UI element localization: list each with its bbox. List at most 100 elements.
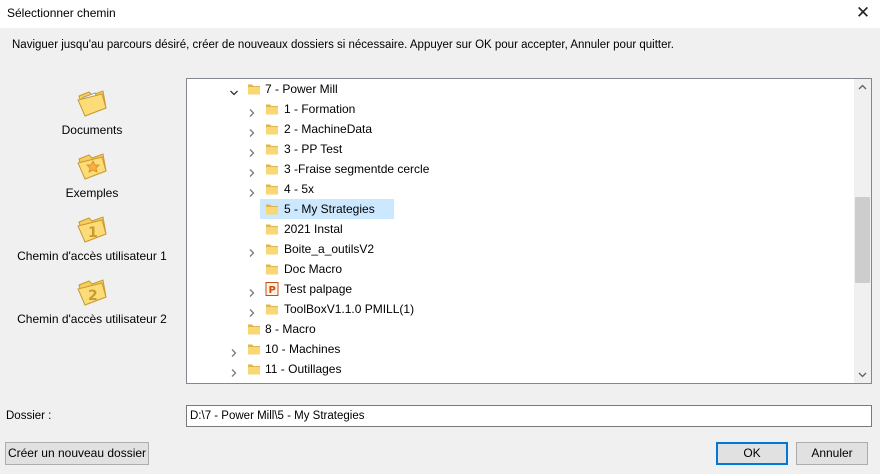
tree-item[interactable]: P Test palpage <box>187 279 854 299</box>
place-user-path-2[interactable]: 2 Chemin d'accès utilisateur 2 <box>0 275 184 326</box>
chevron-right-icon[interactable] <box>247 288 257 298</box>
tree-item[interactable]: ToolBoxV1.1.0 PMILL(1) <box>187 299 854 319</box>
cancel-button[interactable]: Annuler <box>796 442 868 465</box>
folder-icon <box>266 204 278 215</box>
place-documents[interactable]: Documents <box>0 86 184 137</box>
svg-text:P: P <box>269 285 276 296</box>
folder-icon <box>266 124 278 135</box>
chevron-up-icon <box>858 84 867 90</box>
folder-icon <box>248 324 260 335</box>
expand-toggle[interactable] <box>247 244 257 257</box>
place-label: Chemin d'accès utilisateur 1 <box>17 249 167 263</box>
svg-text:1: 1 <box>88 225 98 241</box>
folder-icon <box>266 164 278 175</box>
tree-item-label: 2021 Instal <box>284 222 343 236</box>
tree-item[interactable]: 7 - Power Mill <box>187 79 854 99</box>
tree-item-label: 3 - PP Test <box>284 142 343 156</box>
tree-item-label: 8 - Macro <box>265 322 316 336</box>
folder-path-field[interactable]: D:\7 - Power Mill\5 - My Strategies <box>186 405 872 427</box>
folder-icon <box>248 344 260 355</box>
expand-toggle[interactable] <box>229 344 239 357</box>
tree-item[interactable]: 1 - Formation <box>187 99 854 119</box>
chevron-right-icon[interactable] <box>247 308 257 318</box>
chevron-right-icon[interactable] <box>247 148 257 158</box>
folder-tree[interactable]: 7 - Power Mill 1 - Formation 2 - MachineDa… <box>186 78 872 384</box>
chevron-right-icon[interactable] <box>247 168 257 178</box>
expand-toggle[interactable] <box>247 104 257 117</box>
tree-item[interactable]: 4 - 5x <box>187 179 854 199</box>
tree-item-label: 3 -Fraise segmentde cercle <box>284 162 430 176</box>
powermill-project-icon: P <box>265 282 279 296</box>
ok-button[interactable]: OK <box>716 442 788 465</box>
folder-icon <box>266 244 278 255</box>
tree-item-label: 2 - MachineData <box>284 122 373 136</box>
folder-icon <box>248 84 260 95</box>
tree-item-label: Doc Macro <box>284 262 343 276</box>
vertical-scrollbar[interactable] <box>854 79 871 383</box>
tree-item-label: Boite_a_outilsV2 <box>284 242 375 256</box>
tree-item[interactable]: 11 - Outillages <box>187 359 854 379</box>
expand-toggle[interactable] <box>247 284 257 297</box>
folder-field-label: Dossier : <box>6 410 52 422</box>
tree-item-label: 10 - Machines <box>265 342 341 356</box>
chevron-right-icon[interactable] <box>247 248 257 258</box>
chevron-right-icon[interactable] <box>247 108 257 118</box>
place-label: Exemples <box>65 186 119 200</box>
tree-item[interactable]: 3 -Fraise segmentde cercle <box>187 159 854 179</box>
tree-item[interactable]: 2021 Instal <box>187 219 854 239</box>
svg-text:2: 2 <box>88 288 98 304</box>
expand-toggle[interactable] <box>229 364 239 377</box>
expand-toggle[interactable] <box>247 304 257 317</box>
folder-icon <box>266 144 278 155</box>
expand-toggle[interactable] <box>247 184 257 197</box>
tree-item[interactable]: Doc Macro <box>187 259 854 279</box>
scroll-down-button[interactable] <box>854 366 871 383</box>
window-title: Sélectionner chemin <box>7 6 116 20</box>
folder-tree-list: 7 - Power Mill 1 - Formation 2 - MachineDa… <box>187 79 854 383</box>
tree-item-label: ToolBoxV1.1.0 PMILL(1) <box>284 302 415 316</box>
close-button[interactable]: ✕ <box>846 0 880 28</box>
examples-folder-icon <box>77 153 107 180</box>
tree-item[interactable]: 10 - Machines <box>187 339 854 359</box>
chevron-down-icon <box>858 372 867 378</box>
folder-icon <box>266 304 278 315</box>
chevron-right-icon[interactable] <box>229 348 239 358</box>
tree-item-label: Test palpage <box>284 282 353 296</box>
place-user-path-1[interactable]: 1 Chemin d'accès utilisateur 1 <box>0 212 184 263</box>
tree-item-label: 5 - My Strategies <box>284 202 375 216</box>
user-path-2-folder-icon: 2 <box>77 279 107 306</box>
chevron-down-icon[interactable] <box>229 88 239 98</box>
tree-item[interactable]: 5 - My Strategies <box>260 199 394 219</box>
tree-item[interactable]: 3 - PP Test <box>187 139 854 159</box>
tree-item[interactable]: Boite_a_outilsV2 <box>187 239 854 259</box>
folder-icon <box>248 364 260 375</box>
tree-item-icon <box>247 382 261 383</box>
instructions-text: Naviguer jusqu'au parcours désiré, créer… <box>12 39 674 51</box>
tree-item-label: 11 - Outillages <box>265 362 342 376</box>
folder-icon <box>266 184 278 195</box>
expand-toggle[interactable] <box>247 144 257 157</box>
expand-toggle[interactable] <box>247 164 257 177</box>
tree-item[interactable]: 2 - MachineData <box>187 119 854 139</box>
place-label: Documents <box>61 123 123 137</box>
folder-icon <box>266 224 278 235</box>
new-folder-button[interactable]: Créer un nouveau dossier <box>5 442 149 465</box>
scroll-up-button[interactable] <box>854 79 871 96</box>
expand-toggle[interactable] <box>229 84 239 96</box>
folder-icon <box>266 104 278 115</box>
documents-folder-icon <box>77 90 107 117</box>
folder-icon <box>266 264 278 275</box>
tree-item-label: 4 - 5x <box>284 182 315 196</box>
folder-icon <box>247 382 261 383</box>
chevron-right-icon[interactable] <box>247 188 257 198</box>
title-bar: Sélectionner chemin ✕ <box>0 0 880 28</box>
tree-item-label: 1 - Formation <box>284 102 356 116</box>
place-label: Chemin d'accès utilisateur 2 <box>17 312 167 326</box>
scroll-thumb[interactable] <box>855 197 870 284</box>
expand-toggle[interactable] <box>247 124 257 137</box>
place-examples[interactable]: Exemples <box>0 149 184 200</box>
chevron-right-icon[interactable] <box>229 368 239 378</box>
tree-item[interactable]: 12 - P... <box>187 379 854 383</box>
chevron-right-icon[interactable] <box>247 128 257 138</box>
tree-item[interactable]: 8 - Macro <box>187 319 854 339</box>
